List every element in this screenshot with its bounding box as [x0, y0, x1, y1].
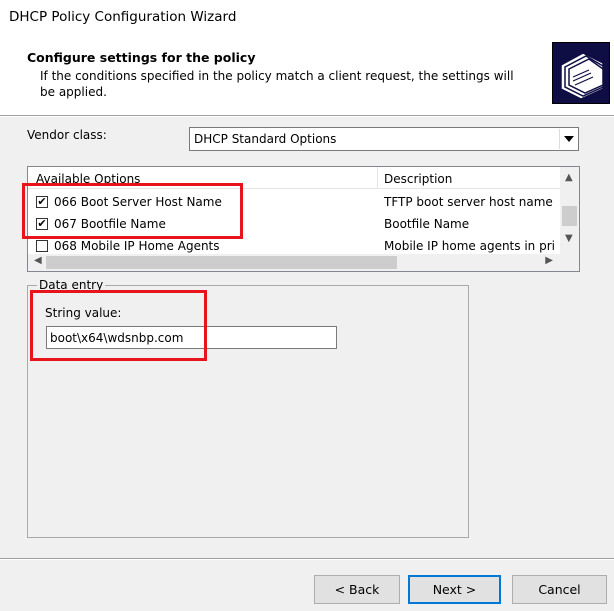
vendor-class-select[interactable]: DHCP Standard Options	[189, 127, 579, 151]
column-divider[interactable]	[377, 167, 378, 189]
scroll-right-icon[interactable]: ▶	[545, 255, 553, 266]
next-button[interactable]: Next >	[408, 575, 501, 604]
wizard-header: Configure settings for the policy If the…	[0, 38, 614, 115]
option-name: 068 Mobile IP Home Agents	[54, 239, 220, 253]
horizontal-scrollbar[interactable]: ◀ ▶	[28, 254, 579, 271]
scroll-up-icon[interactable]: ▲	[565, 172, 573, 183]
chevron-down-icon[interactable]	[559, 129, 577, 149]
highlight-box-string	[30, 290, 207, 361]
highlight-box-options	[22, 183, 243, 239]
page-title: Configure settings for the policy	[27, 50, 256, 65]
cancel-button[interactable]: Cancel	[512, 575, 607, 604]
wizard-folders-icon	[552, 42, 610, 104]
scroll-left-icon[interactable]: ◀	[34, 255, 42, 266]
column-header-description[interactable]: Description	[384, 172, 452, 186]
option-description: Bootfile Name	[384, 217, 470, 231]
back-button[interactable]: < Back	[314, 575, 400, 604]
vertical-scroll-thumb[interactable]	[562, 206, 577, 226]
horizontal-scroll-thumb[interactable]	[46, 256, 397, 269]
header-separator	[0, 115, 614, 117]
scroll-down-icon[interactable]: ▼	[565, 233, 573, 244]
title-bar: DHCP Policy Configuration Wizard	[0, 0, 614, 38]
footer-separator	[0, 558, 614, 560]
option-description: TFTP boot server host name	[384, 195, 553, 209]
option-description: Mobile IP home agents in pri	[384, 239, 555, 253]
option-checkbox[interactable]	[36, 240, 48, 252]
vendor-class-value: DHCP Standard Options	[194, 132, 337, 146]
page-subtitle: If the conditions specified in the polic…	[40, 69, 514, 99]
vertical-scrollbar[interactable]: ▲ ▼	[560, 167, 579, 255]
window-title: DHCP Policy Configuration Wizard	[9, 9, 237, 25]
vendor-class-label: Vendor class:	[27, 128, 107, 142]
